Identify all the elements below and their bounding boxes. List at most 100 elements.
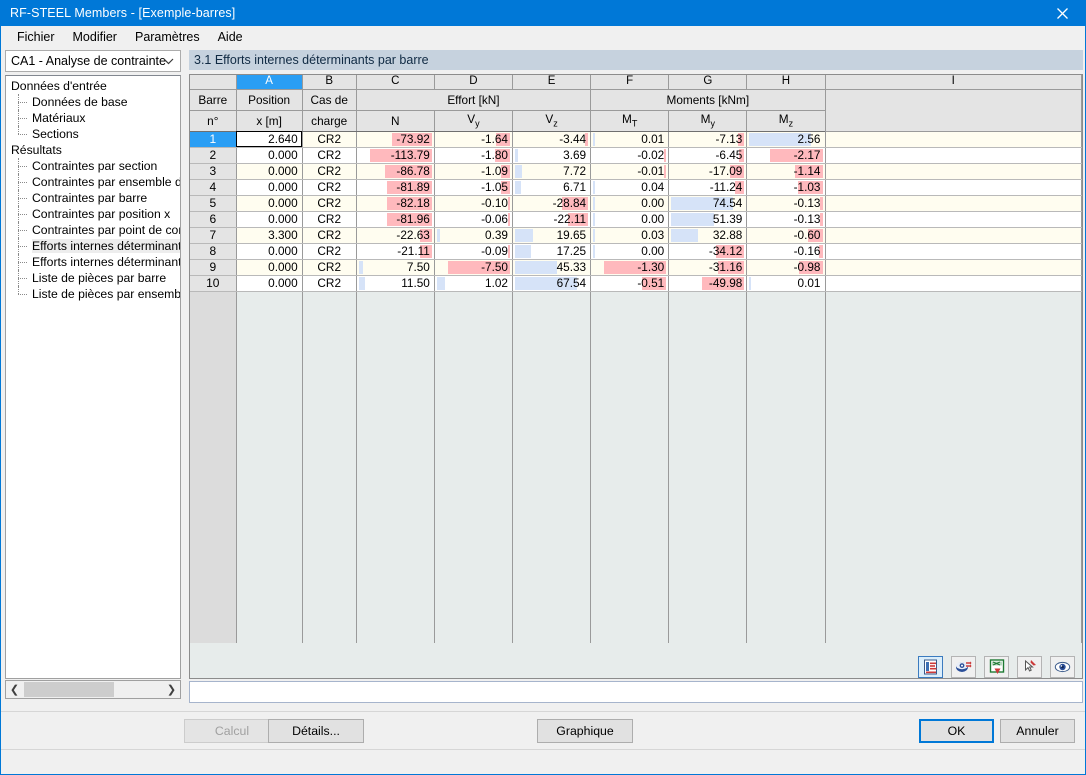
cell-cas[interactable]: CR2 <box>302 259 357 276</box>
tree-item-3[interactable]: Sections <box>6 126 180 142</box>
cell-empty[interactable] <box>825 179 1082 196</box>
tree-item-5[interactable]: Contraintes par section <box>6 158 180 174</box>
select-button[interactable] <box>1017 656 1042 678</box>
cell-Vz[interactable]: 6.71 <box>512 179 592 196</box>
column-header-B[interactable]: B <box>302 75 357 90</box>
cell-My[interactable]: -7.13 <box>668 131 748 148</box>
tree-item-8[interactable]: Contraintes par position x <box>6 206 180 222</box>
cell-N[interactable]: 11.50 <box>356 275 435 292</box>
row-header[interactable]: 2 <box>190 147 237 164</box>
cell-cas[interactable]: CR2 <box>302 243 357 260</box>
cell-Mz[interactable]: 0.01 <box>746 275 826 292</box>
cell-position[interactable]: 0.000 <box>236 259 303 276</box>
excel-export-button[interactable] <box>984 656 1009 678</box>
results-table-container[interactable]: A B C D E F G H I Barre Position Cas de Effort [kN] M… <box>189 74 1083 679</box>
cell-cas[interactable]: CR2 <box>302 227 357 244</box>
cell-My[interactable]: -49.98 <box>668 275 748 292</box>
cell-Mz[interactable]: -0.16 <box>746 243 826 260</box>
row-header[interactable]: 3 <box>190 163 237 180</box>
cell-empty[interactable] <box>825 243 1082 260</box>
cell-My[interactable]: -34.12 <box>668 243 748 260</box>
cell-cas[interactable]: CR2 <box>302 163 357 180</box>
cell-N[interactable]: -22.63 <box>356 227 435 244</box>
cell-N[interactable]: -21.11 <box>356 243 435 260</box>
tree-item-0[interactable]: Données d'entrée <box>6 78 180 94</box>
table-row[interactable]: 2 0.000 CR2 -113.79 -1.80 3.69 -0.02 -6.45 -2.17 <box>190 147 1082 164</box>
column-header-I[interactable]: I <box>825 75 1082 90</box>
close-icon[interactable] <box>1039 0 1085 26</box>
graphique-button[interactable]: Graphique <box>537 719 633 743</box>
cell-Mz[interactable]: -0.13 <box>746 195 826 212</box>
ok-button[interactable]: OK <box>919 719 994 743</box>
cell-N[interactable]: -81.89 <box>356 179 435 196</box>
table-row[interactable]: 10 0.000 CR2 11.50 1.02 67.54 -0.51 -49.98 0.01 <box>190 275 1082 292</box>
cell-N[interactable]: -82.18 <box>356 195 435 212</box>
cell-position[interactable]: 0.000 <box>236 179 303 196</box>
cell-position[interactable]: 0.000 <box>236 147 303 164</box>
tree-item-2[interactable]: Matériaux <box>6 110 180 126</box>
cell-Mz[interactable]: -1.03 <box>746 179 826 196</box>
row-header[interactable]: 10 <box>190 275 237 292</box>
cell-cas[interactable]: CR2 <box>302 131 357 148</box>
cell-N[interactable]: -86.78 <box>356 163 435 180</box>
table-row[interactable]: 5 0.000 CR2 -82.18 -0.10 -28.84 0.00 74.54 -0.13 <box>190 195 1082 212</box>
cell-Vz[interactable]: -22.11 <box>512 211 592 228</box>
row-header[interactable]: 4 <box>190 179 237 196</box>
cell-Mz[interactable]: -0.13 <box>746 211 826 228</box>
column-header-G[interactable]: G <box>668 75 748 90</box>
cell-empty[interactable] <box>825 131 1082 148</box>
tree-item-9[interactable]: Contraintes par point de contrainte <box>6 222 180 238</box>
cell-Vy[interactable]: -0.06 <box>434 211 514 228</box>
scroll-right-icon[interactable]: ❯ <box>163 681 180 698</box>
cell-Vy[interactable]: -1.64 <box>434 131 514 148</box>
column-header-F[interactable]: F <box>590 75 670 90</box>
cell-MT[interactable]: 0.03 <box>590 227 670 244</box>
annuler-button[interactable]: Annuler <box>1000 719 1075 743</box>
table-row[interactable]: 1 2.640 CR2 -73.92 -1.64 -3.44 0.01 -7.13 2.56 <box>190 131 1082 148</box>
column-header-C[interactable]: C <box>356 75 435 90</box>
column-header-D[interactable]: D <box>434 75 514 90</box>
cell-MT[interactable]: 0.04 <box>590 179 670 196</box>
cell-My[interactable]: -11.24 <box>668 179 748 196</box>
cell-empty[interactable] <box>825 275 1082 292</box>
row-header[interactable]: 7 <box>190 227 237 244</box>
table-row[interactable]: 7 3.300 CR2 -22.63 0.39 19.65 0.03 32.88 -0.60 <box>190 227 1082 244</box>
cell-Vy[interactable]: 1.02 <box>434 275 514 292</box>
cell-Mz[interactable]: 2.56 <box>746 131 826 148</box>
details-button[interactable]: Détails... <box>268 719 364 743</box>
row-header[interactable]: 6 <box>190 211 237 228</box>
cell-My[interactable]: -17.09 <box>668 163 748 180</box>
cell-empty[interactable] <box>825 163 1082 180</box>
tree-item-7[interactable]: Contraintes par barre <box>6 190 180 206</box>
cell-N[interactable]: -73.92 <box>356 131 435 148</box>
menu-item-parametres[interactable]: Paramètres <box>126 28 209 46</box>
cell-Mz[interactable]: -0.98 <box>746 259 826 276</box>
scrollbar-thumb[interactable] <box>24 682 114 697</box>
menu-item-modifier[interactable]: Modifier <box>64 28 126 46</box>
cell-empty[interactable] <box>825 227 1082 244</box>
cell-Vy[interactable]: -1.05 <box>434 179 514 196</box>
cell-MT[interactable]: 0.00 <box>590 243 670 260</box>
calcul-button[interactable]: Calcul <box>184 719 280 743</box>
cell-Vz[interactable]: -3.44 <box>512 131 592 148</box>
cell-My[interactable]: 51.39 <box>668 211 748 228</box>
cell-MT[interactable]: 0.01 <box>590 131 670 148</box>
cell-empty[interactable] <box>825 147 1082 164</box>
cell-Vy[interactable]: -1.80 <box>434 147 514 164</box>
cell-position[interactable]: 0.000 <box>236 195 303 212</box>
cell-Vy[interactable]: -0.10 <box>434 195 514 212</box>
column-header-E[interactable]: E <box>512 75 592 90</box>
cell-empty[interactable] <box>825 211 1082 228</box>
cell-empty[interactable] <box>825 195 1082 212</box>
cell-MT[interactable]: 0.00 <box>590 211 670 228</box>
cell-Vz[interactable]: 67.54 <box>512 275 592 292</box>
report-button[interactable] <box>918 656 943 678</box>
table-row[interactable]: 4 0.000 CR2 -81.89 -1.05 6.71 0.04 -11.24 -1.03 <box>190 179 1082 196</box>
table-row[interactable]: 9 0.000 CR2 7.50 -7.50 45.33 -1.30 -31.16 -0.98 <box>190 259 1082 276</box>
design-case-dropdown[interactable]: CA1 - Analyse de contrainte <box>5 50 181 72</box>
menu-item-fichier[interactable]: Fichier <box>8 28 64 46</box>
cell-My[interactable]: 32.88 <box>668 227 748 244</box>
cell-cas[interactable]: CR2 <box>302 211 357 228</box>
view-button[interactable] <box>1050 656 1075 678</box>
cell-Vz[interactable]: -28.84 <box>512 195 592 212</box>
